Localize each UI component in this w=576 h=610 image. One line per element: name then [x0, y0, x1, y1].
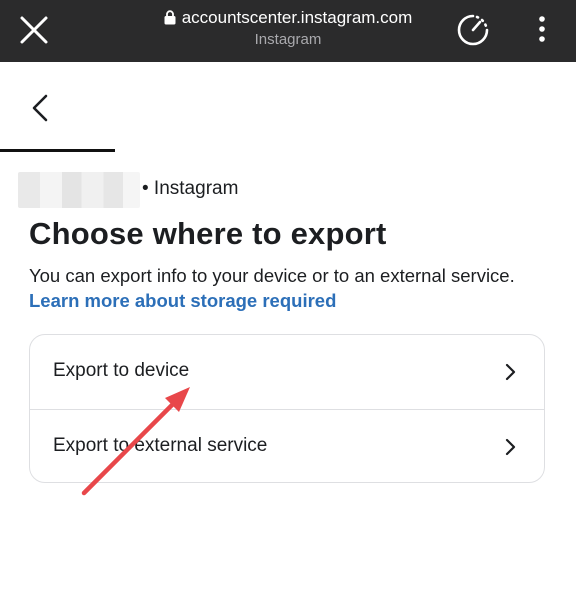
option-label: Export to external service — [53, 435, 268, 456]
export-to-external-service-option[interactable]: Export to external service — [30, 409, 544, 484]
performance-button[interactable] — [453, 10, 493, 50]
back-button[interactable] — [24, 88, 58, 128]
account-platform-label: • Instagram — [142, 178, 239, 199]
chevron-right-icon — [505, 438, 516, 456]
page-description: You can export info to your device or to… — [29, 263, 549, 313]
option-label: Export to device — [53, 360, 190, 381]
blurred-account-name — [18, 172, 140, 208]
speedometer-icon — [457, 14, 489, 46]
page-title: Choose where to export — [29, 216, 387, 251]
chevron-right-icon — [505, 363, 516, 381]
learn-more-link[interactable]: Learn more about storage required — [29, 290, 336, 311]
url-text: accountscenter.instagram.com — [181, 8, 413, 27]
more-options-button[interactable] — [527, 12, 557, 48]
more-vertical-icon — [539, 16, 545, 42]
export-options-card: Export to device Export to external serv… — [29, 334, 545, 483]
chevron-left-icon — [32, 94, 48, 122]
description-text: You can export info to your device or to… — [29, 265, 515, 286]
tab-indicator — [0, 149, 115, 152]
lock-icon — [164, 10, 176, 25]
browser-top-bar: accountscenter.instagram.com Instagram — [0, 0, 576, 62]
export-to-device-option[interactable]: Export to device — [30, 335, 544, 409]
